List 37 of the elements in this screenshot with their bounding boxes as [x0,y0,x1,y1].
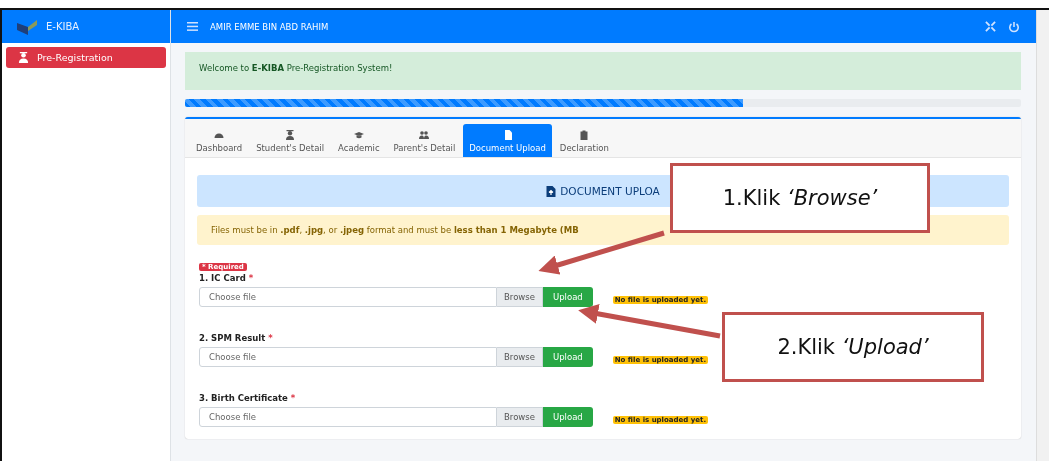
student-icon [285,130,296,140]
tab[interactable]: Student's Detail [250,124,331,157]
browse-button[interactable]: Browse [497,347,543,367]
tab[interactable]: Document Upload [463,124,552,157]
file-icon [546,185,557,197]
browse-button[interactable]: Browse [497,287,543,307]
file-input[interactable]: Choose file [199,407,497,427]
welcome-message: Welcome to E-KIBA Pre-Registration System! [185,52,1021,90]
tab[interactable]: Dashboard [190,124,249,157]
required-asterisk: * [290,393,296,403]
file-icon [502,130,513,140]
file-input[interactable]: Choose file [199,347,497,367]
user-name: AMIR EMME BIN ABD RAHIM [210,21,329,32]
tab[interactable]: Parent's Detail [387,124,462,157]
required-asterisk: * [268,333,273,343]
browse-button[interactable]: Browse [497,407,543,427]
fullscreen-icon[interactable] [985,21,996,32]
tab[interactable]: Declaration [553,124,615,157]
users-icon [419,130,430,140]
section-title: DOCUMENT UPLOA [560,185,660,197]
callout-box: 2.Klik ‘Upload’ [722,312,984,382]
file-input[interactable]: Choose file [199,287,497,307]
scrollbar[interactable] [1036,10,1049,461]
menu-icon[interactable] [187,22,198,31]
field-label: 2. SPM Result [199,333,266,343]
logo-icon [16,18,38,35]
required-asterisk: * [248,273,254,283]
app-name: E-KIBA [46,21,80,32]
power-icon[interactable] [1008,20,1020,33]
callout-box: 1.Klik ‘Browse’ [670,163,930,233]
clipboard-icon [579,130,590,140]
graduation-cap-icon [353,130,364,140]
field-label: 1. IC Card [199,273,246,283]
tab[interactable]: Academic [332,124,386,157]
student-icon [18,52,29,63]
field-label: 3. Birth Certificate [199,393,288,403]
sidebar-item[interactable]: Pre-Registration [6,47,166,68]
